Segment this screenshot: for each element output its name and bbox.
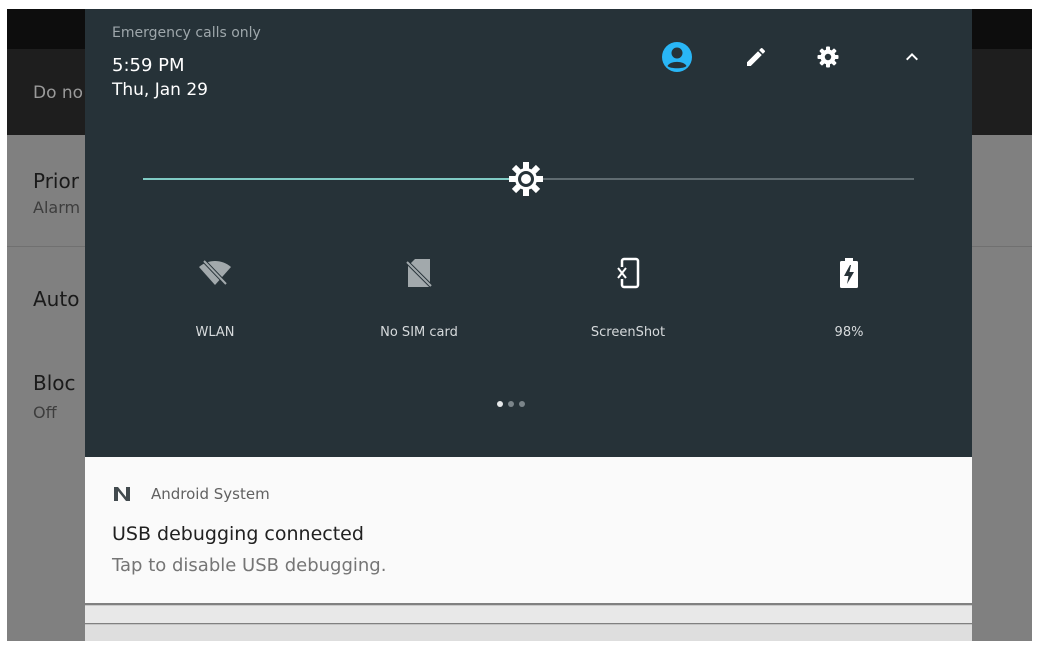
notification-text: Tap to disable USB debugging. (112, 555, 387, 576)
edit-button[interactable] (734, 35, 778, 79)
tile-label: No SIM card (380, 325, 458, 340)
user-account-icon (662, 42, 692, 72)
brightness-slider[interactable] (143, 159, 914, 199)
background-toolbar-title: Do no (33, 83, 84, 103)
brightness-track-fill (143, 178, 526, 180)
tile-battery[interactable]: 98% (764, 247, 934, 347)
page-dot (519, 401, 525, 407)
page-dot-active (497, 401, 503, 407)
background-setting-title: Bloc (33, 371, 76, 395)
collapse-button[interactable] (890, 35, 934, 79)
background-setting-title: Prior (33, 169, 79, 193)
tile-sim[interactable]: No SIM card (334, 247, 504, 347)
tile-label: WLAN (195, 325, 235, 340)
user-account-button[interactable] (655, 35, 699, 79)
android-system-icon (114, 487, 130, 501)
notification-title: USB debugging connected (112, 523, 364, 545)
screenshot-icon (608, 253, 648, 293)
edit-pencil-icon (747, 47, 766, 66)
brightness-icon (509, 162, 543, 196)
chevron-up-icon (906, 53, 918, 61)
notification-app-name: Android System (151, 485, 270, 503)
settings-button[interactable] (806, 35, 850, 79)
quick-settings-panel: Emergency calls only 5:59 PM Thu, Jan 29 (85, 9, 972, 457)
notification-stack-edge (85, 624, 972, 641)
tile-label: 98% (834, 325, 864, 340)
background-setting-title: Auto (33, 287, 80, 311)
tile-wlan[interactable]: WLAN (130, 247, 300, 347)
page-indicator (497, 401, 557, 411)
page-dot (508, 401, 514, 407)
no-sim-icon (399, 253, 439, 293)
brightness-thumb[interactable] (507, 160, 545, 198)
tile-screenshot[interactable]: ScreenShot (543, 247, 713, 347)
background-setting-subtitle: Off (33, 403, 57, 422)
notification-stack-edge (85, 605, 972, 623)
tile-label: ScreenShot (590, 325, 666, 340)
battery-charging-icon (829, 253, 869, 293)
clock-time[interactable]: 5:59 PM (112, 55, 185, 76)
background-setting-subtitle: Alarm (33, 198, 81, 217)
wifi-off-icon (195, 253, 235, 293)
usb-debugging-notification[interactable]: Android System USB debugging connected T… (85, 457, 972, 603)
clock-date[interactable]: Thu, Jan 29 (112, 80, 208, 100)
gear-icon (817, 46, 839, 68)
carrier-status-text: Emergency calls only (112, 25, 261, 41)
